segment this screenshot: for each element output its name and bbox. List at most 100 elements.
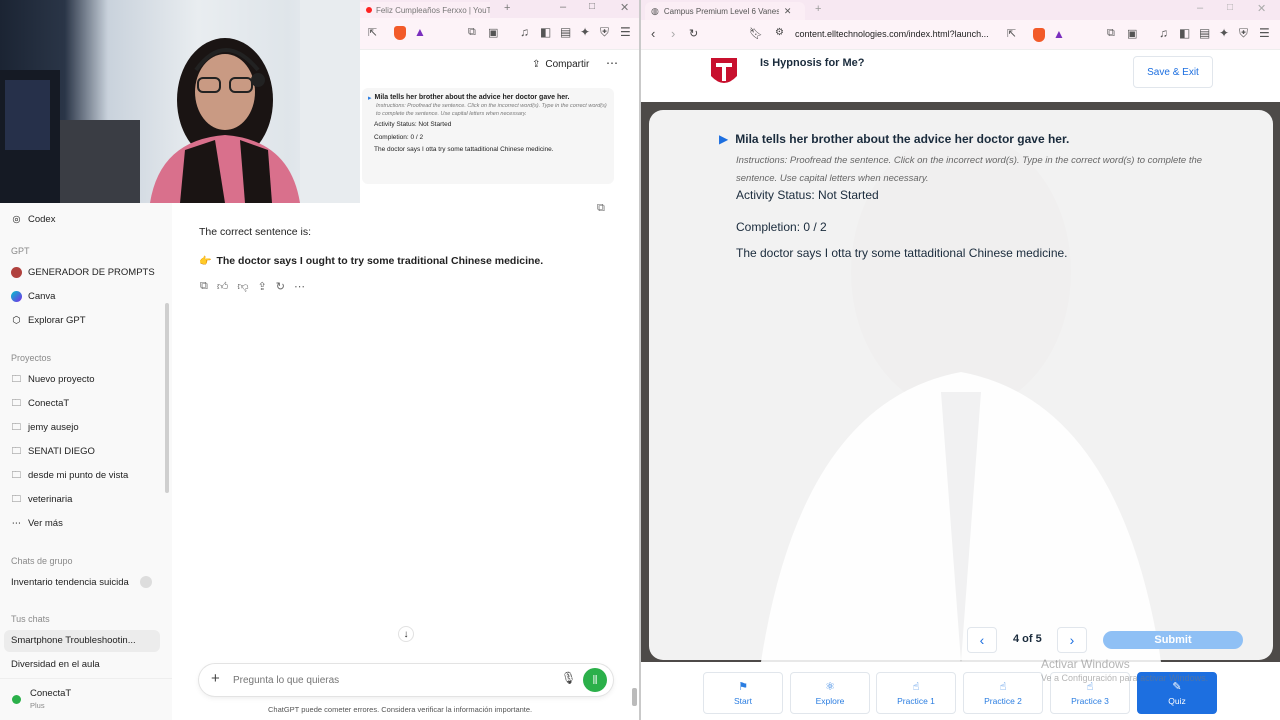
plus-icon[interactable]: + [211, 670, 220, 687]
reload-icon[interactable]: ↻ [689, 27, 698, 40]
sidebar-item-canva[interactable]: Canva [11, 291, 55, 302]
save-exit-button[interactable]: Save & Exit [1133, 56, 1213, 88]
scroll-down-button[interactable]: ↓ [398, 626, 414, 642]
bookmark-icon[interactable]: 🔖︎ [749, 27, 763, 40]
screenshot-icon[interactable]: ▣ [1127, 27, 1137, 40]
brave-shield-icon[interactable] [394, 26, 406, 40]
tab-favicon-icon [366, 7, 372, 13]
sidebar-item-project[interactable]: 🗀 veterinaria [11, 494, 73, 506]
sidebar-item-explore-gpt[interactable]: ⬡ Explorar GPT [11, 315, 85, 326]
thumbs-down-icon[interactable]: 👎︎ [237, 280, 248, 293]
sidebar-item-project[interactable]: 🗀 ConectaT [11, 398, 69, 410]
thumbs-up-icon[interactable]: 👍︎ [217, 280, 229, 293]
sidebar-scrollbar[interactable] [165, 303, 169, 493]
copy-icon[interactable]: ⧉ [200, 280, 208, 293]
sidebar-item-prompt-generator[interactable]: GENERADOR DE PROMPTS [11, 267, 155, 278]
sidebar-item-label: veterinaria [28, 494, 73, 505]
sidebar-item-project[interactable]: 🗀 SENATI DIEGO [11, 446, 95, 458]
close-window-icon[interactable]: ✕ [620, 1, 629, 14]
sidebar-item-label: SENATI DIEGO [28, 446, 95, 457]
sidebar-item-project[interactable]: 🗀 jemy ausejo [11, 422, 79, 434]
more-icon[interactable]: ⋯ [294, 280, 305, 293]
site-settings-icon[interactable]: ⚙︎ [775, 27, 784, 38]
activity-status: Activity Status: Not Started [736, 188, 879, 202]
windows-watermark-title: Activar Windows [1041, 657, 1130, 671]
share-page-icon[interactable]: ⇱ [1007, 27, 1016, 40]
activity-title: Is Hypnosis for Me? [760, 57, 865, 69]
vpn-icon[interactable]: ⛨ [1239, 26, 1248, 41]
sidebar-item-project[interactable]: 🗀 desde mi punto de vista [11, 469, 129, 482]
microphone-icon[interactable]: 🎙︎ [561, 671, 576, 685]
user-profile[interactable]: ConectaT Plus [0, 678, 172, 720]
brave-rewards-icon[interactable]: ▲ [414, 25, 426, 39]
share-button[interactable]: ⇪ Compartir [532, 59, 589, 70]
new-tab-icon[interactable]: + [815, 3, 821, 15]
instructions-text: Instructions: Proofread the sentence. Cl… [736, 155, 1203, 184]
share-page-icon[interactable]: ⇱ [368, 26, 377, 39]
prompt-input[interactable] [233, 671, 543, 689]
sidebar-item-label: Diversidad en el aula [11, 659, 100, 670]
copy-image-icon[interactable]: ⧉ [597, 202, 605, 215]
next-page-button[interactable]: › [1057, 627, 1087, 653]
share-icon[interactable]: ⇪ [258, 280, 267, 293]
sidebar-item-codex[interactable]: ◎ Codex [11, 214, 55, 225]
chat-header: ⇪ Compartir ⋯ [360, 50, 640, 82]
sidebar-item-chat[interactable]: Diversidad en el aula [11, 659, 100, 670]
activity-card: ▶ Mila tells her brother about the advic… [649, 110, 1273, 660]
pointing-hand-icon: 👉 [199, 255, 212, 267]
extensions-icon[interactable]: ⧉ [1107, 27, 1115, 40]
tab-practice-1[interactable]: ☝︎ Practice 1 [876, 672, 956, 714]
menu-icon[interactable]: ☰ [1259, 26, 1270, 40]
brave-rewards-icon[interactable]: ▲ [1053, 27, 1065, 41]
back-icon[interactable]: ‹ [651, 26, 655, 41]
new-tab-icon[interactable]: + [504, 2, 510, 14]
leo-ai-icon[interactable]: ✦ [1219, 26, 1229, 40]
editable-sentence[interactable]: The doctor says I otta try some tattadit… [736, 246, 1068, 260]
left-tab-title[interactable]: Feliz Cumpleaños Ferxxo | YouTub [376, 6, 490, 15]
url-text[interactable]: content.elltechnologies.com/index.html?l… [795, 29, 989, 39]
sidebar-toggle-icon[interactable]: ◧ [1179, 26, 1190, 40]
tab-explore[interactable]: ⚛ Explore [790, 672, 870, 714]
sidebar-item-see-more[interactable]: ⋯ Ver más [11, 518, 63, 529]
menu-icon[interactable]: ☰ [620, 25, 631, 39]
wallet-icon[interactable]: ▤ [560, 25, 571, 39]
submit-button[interactable]: Submit [1103, 631, 1243, 649]
close-tab-icon[interactable]: ✕ [784, 6, 792, 17]
regenerate-icon[interactable]: ↻ [276, 280, 285, 293]
music-icon[interactable]: ♫ [1159, 26, 1168, 40]
sidebar-item-new-project[interactable]: 🗀 Nuevo proyecto [11, 374, 95, 386]
forward-icon[interactable]: › [671, 26, 675, 41]
waveform-icon: ⫼ [592, 674, 598, 686]
tab-practice-2[interactable]: ☝︎ Practice 2 [963, 672, 1043, 714]
maximize-icon[interactable]: □ [1227, 2, 1233, 13]
canva-icon [11, 291, 22, 302]
leo-ai-icon[interactable]: ✦ [580, 25, 590, 39]
screenshot-icon[interactable]: ▣ [488, 26, 498, 39]
sidebar-toggle-icon[interactable]: ◧ [540, 25, 551, 39]
voice-mode-button[interactable]: ⫼ [583, 668, 607, 692]
more-options-icon[interactable]: ⋯ [606, 56, 618, 70]
extensions-icon[interactable]: ⧉ [468, 26, 476, 39]
music-icon[interactable]: ♫ [520, 25, 529, 39]
vpn-icon[interactable]: ⛨ [600, 25, 609, 40]
sidebar-item-group-chat[interactable]: Inventario tendencia suicida [11, 577, 129, 588]
tab-globe-icon: ◍ [651, 5, 659, 16]
minimize-icon[interactable]: – [1197, 2, 1203, 14]
page-indicator: 4 of 5 [1013, 633, 1042, 645]
folder-icon: 🗀 [11, 469, 22, 481]
sidebar-item-chat[interactable]: Smartphone Troubleshootin... [11, 635, 136, 646]
tab-start[interactable]: ⚑ Start [703, 672, 783, 714]
chat-scrollbar[interactable] [632, 688, 637, 706]
close-window-icon[interactable]: ✕ [1257, 2, 1266, 15]
sidebar-item-label: Inventario tendencia suicida [11, 577, 129, 588]
brave-shield-icon[interactable] [1033, 28, 1045, 42]
maximize-icon[interactable]: □ [589, 1, 595, 12]
attached-screenshot-thumbnail[interactable]: ▸ Mila tells her brother about the advic… [362, 88, 614, 184]
user-name: ConectaT [30, 688, 72, 699]
wallet-icon[interactable]: ▤ [1199, 26, 1210, 40]
minimize-icon[interactable]: – [560, 1, 566, 13]
right-active-tab[interactable]: ◍ Campus Premium Level 6 Vanes ✕ [645, 2, 805, 20]
prev-page-button[interactable]: ‹ [967, 627, 997, 653]
thumb-instructions: Instructions: Proofread the sentence. Cl… [376, 103, 607, 117]
your-chats-header: Tus chats [11, 614, 50, 624]
